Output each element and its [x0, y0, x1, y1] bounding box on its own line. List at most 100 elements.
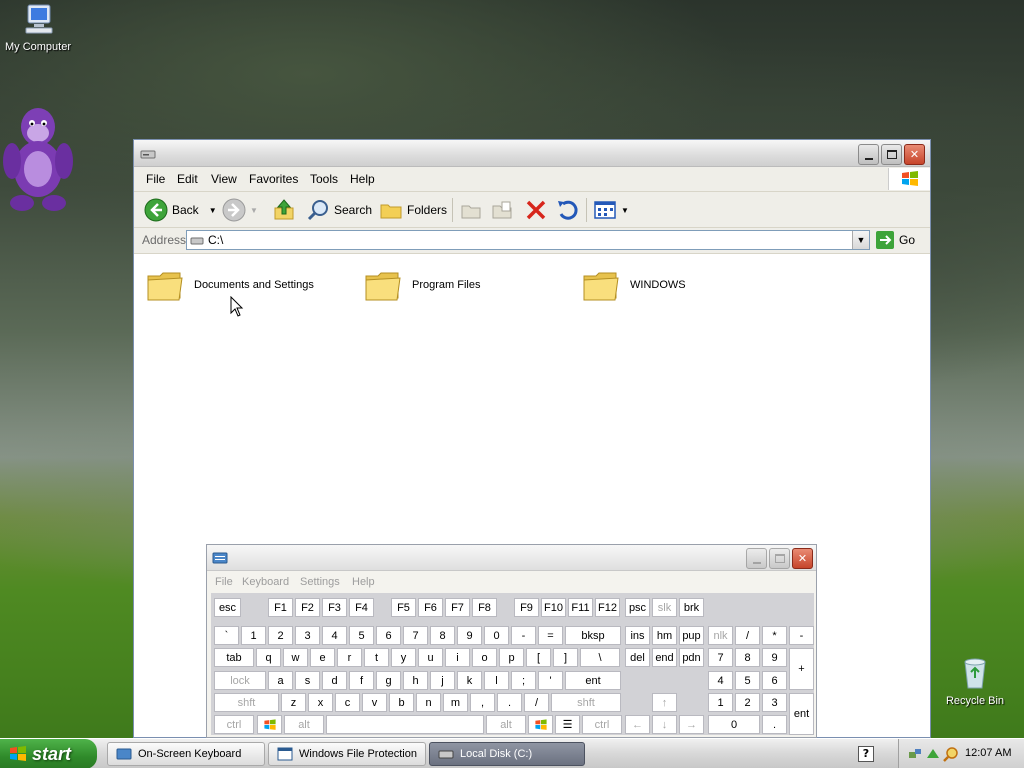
maximize-button[interactable] [881, 144, 902, 165]
arrow-left-icon[interactable]: ← [625, 715, 650, 734]
osk-key[interactable]: = [538, 626, 563, 645]
network-icon[interactable] [907, 746, 923, 765]
osk-key[interactable]: F5 [391, 598, 416, 617]
back-button[interactable]: Back ▼ [144, 197, 217, 223]
osk-key[interactable]: j [430, 671, 455, 690]
osk-key[interactable]: 9 [762, 648, 787, 667]
osk-key[interactable]: l [484, 671, 509, 690]
osk-key[interactable]: [ [526, 648, 551, 667]
osk-key[interactable]: i [445, 648, 470, 667]
osk-key[interactable]: \ [580, 648, 620, 667]
osk-key[interactable]: . [762, 715, 787, 734]
go-button[interactable]: Go [876, 231, 915, 249]
osk-key[interactable]: esc [214, 598, 241, 617]
osk-key[interactable]: q [256, 648, 281, 667]
task-on-screen-keyboard[interactable]: On-Screen Keyboard [107, 742, 265, 766]
osk-key[interactable]: F8 [472, 598, 497, 617]
osk-key[interactable]: psc [625, 598, 650, 617]
osk-key[interactable]: tab [214, 648, 254, 667]
task-windows-file-protection[interactable]: Windows File Protection [268, 742, 426, 766]
osk-menu-help[interactable]: Help [352, 576, 375, 588]
osk-titlebar[interactable]: ✕ [207, 545, 816, 571]
osk-key[interactable]: / [524, 693, 549, 712]
recycle-bin-desktop-icon[interactable]: Recycle Bin [940, 656, 1010, 707]
menu-favorites[interactable]: Favorites [249, 172, 298, 186]
osk-key[interactable]: , [470, 693, 495, 712]
explorer-titlebar[interactable]: ✕ [134, 140, 930, 167]
osk-key[interactable]: 3 [762, 693, 787, 712]
views-button[interactable]: ▼ [593, 197, 629, 223]
osk-key[interactable]: + [789, 648, 814, 690]
osk-key[interactable]: ` [214, 626, 239, 645]
osk-key[interactable]: n [416, 693, 441, 712]
arrow-up-icon[interactable]: ↑ [652, 693, 677, 712]
osk-key[interactable]: F12 [595, 598, 620, 617]
osk-key[interactable]: / [735, 626, 760, 645]
osk-key[interactable]: . [497, 693, 522, 712]
space-key[interactable] [326, 715, 484, 734]
osk-maximize-button[interactable] [769, 548, 790, 569]
clock[interactable]: 12:07 AM [965, 747, 1011, 759]
folders-button[interactable]: Folders [379, 197, 447, 223]
osk-key[interactable]: y [391, 648, 416, 667]
osk-key[interactable]: ent [789, 693, 814, 735]
osk-key[interactable]: * [762, 626, 787, 645]
osk-key[interactable]: 6 [762, 671, 787, 690]
osk-key[interactable]: v [362, 693, 387, 712]
osk-key[interactable]: alt [486, 715, 526, 734]
osk-key[interactable]: g [376, 671, 401, 690]
help-icon[interactable]: ? [858, 746, 874, 762]
osk-key[interactable]: pup [679, 626, 704, 645]
osk-key[interactable]: 1 [708, 693, 733, 712]
osk-key[interactable]: b [389, 693, 414, 712]
osk-key[interactable]: ent [565, 671, 621, 690]
address-field[interactable]: C:\ ▼ [186, 230, 870, 250]
osk-key[interactable]: F9 [514, 598, 539, 617]
osk-key[interactable]: a [268, 671, 293, 690]
osk-key[interactable]: shft [551, 693, 621, 712]
search-tray-icon[interactable] [943, 746, 959, 765]
osk-key[interactable]: del [625, 648, 650, 667]
osk-key[interactable]: 2 [268, 626, 293, 645]
osk-key[interactable]: u [418, 648, 443, 667]
arrow-right-icon[interactable]: → [679, 715, 704, 734]
osk-key[interactable]: k [457, 671, 482, 690]
osk-key[interactable]: 8 [430, 626, 455, 645]
arrow-down-icon[interactable]: ↓ [652, 715, 677, 734]
osk-key[interactable]: 9 [457, 626, 482, 645]
osk-key[interactable]: ' [538, 671, 563, 690]
osk-key[interactable]: slk [652, 598, 677, 617]
menu-key-icon[interactable]: ☰ [555, 715, 580, 734]
windows-key-icon[interactable] [528, 715, 553, 734]
osk-key[interactable]: alt [284, 715, 324, 734]
move-to-button[interactable] [459, 197, 483, 223]
osk-key[interactable]: 4 [322, 626, 347, 645]
osk-key[interactable]: 6 [376, 626, 401, 645]
osk-key[interactable]: ] [553, 648, 578, 667]
osk-key[interactable]: 7 [403, 626, 428, 645]
osk-key[interactable]: z [281, 693, 306, 712]
osk-key[interactable]: 8 [735, 648, 760, 667]
osk-key[interactable]: end [652, 648, 677, 667]
osk-key[interactable]: 0 [484, 626, 509, 645]
osk-key[interactable]: F10 [541, 598, 566, 617]
osk-key[interactable]: ctrl [582, 715, 622, 734]
my-computer-desktop-icon[interactable]: My Computer [2, 2, 74, 53]
close-button[interactable]: ✕ [904, 144, 925, 165]
osk-key[interactable]: ins [625, 626, 650, 645]
osk-key[interactable]: brk [679, 598, 704, 617]
back-dropdown-icon[interactable]: ▼ [209, 206, 217, 215]
osk-key[interactable]: o [472, 648, 497, 667]
osk-key[interactable]: F1 [268, 598, 293, 617]
osk-key[interactable]: ; [511, 671, 536, 690]
osk-key[interactable]: bksp [565, 626, 621, 645]
up-button[interactable] [272, 197, 296, 223]
folder-program-files[interactable]: Program Files [364, 266, 480, 304]
osk-key[interactable]: x [308, 693, 333, 712]
minimize-button[interactable] [858, 144, 879, 165]
osk-key[interactable]: p [499, 648, 524, 667]
task-local-disk[interactable]: Local Disk (C:) [429, 742, 585, 766]
osk-key[interactable]: shft [214, 693, 279, 712]
osk-key[interactable]: - [789, 626, 814, 645]
safely-remove-icon[interactable] [925, 746, 941, 765]
